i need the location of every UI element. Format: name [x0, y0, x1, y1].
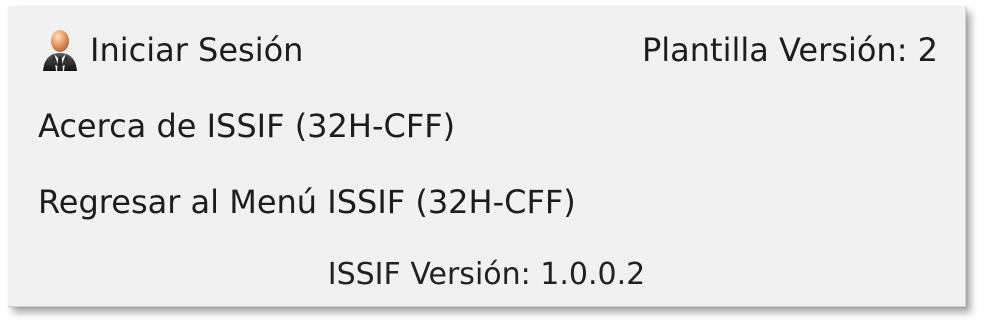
- user-icon: [43, 30, 77, 71]
- template-version-label: Plantilla Versión: 2: [641, 31, 938, 69]
- return-menu-item[interactable]: Regresar al Menú ISSIF (32H-CFF): [38, 179, 576, 225]
- menu-panel: Iniciar Sesión Plantilla Versión: 2 Acer…: [8, 6, 966, 307]
- about-label: Acerca de ISSIF (32H-CFF): [38, 107, 456, 145]
- issif-version-label: ISSIF Versión: 1.0.0.2: [327, 257, 646, 292]
- login-label: Iniciar Sesión: [90, 31, 304, 69]
- about-menu-item[interactable]: Acerca de ISSIF (32H-CFF): [38, 103, 455, 149]
- login-menu-item[interactable]: Iniciar Sesión: [38, 27, 303, 73]
- return-label: Regresar al Menú ISSIF (32H-CFF): [38, 183, 576, 221]
